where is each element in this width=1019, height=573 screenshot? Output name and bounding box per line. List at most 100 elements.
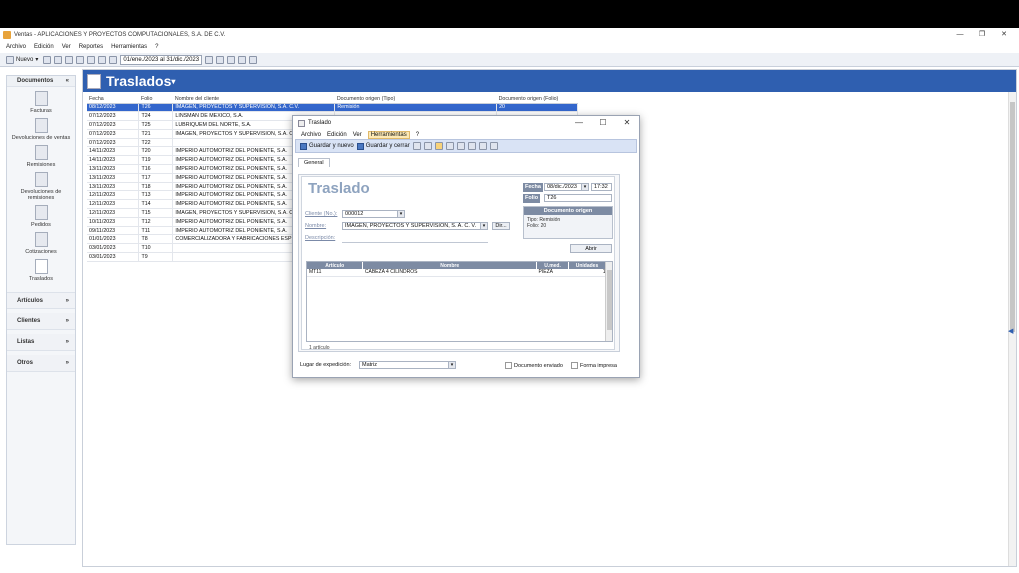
pen-icon[interactable]	[434, 142, 443, 150]
documents-section-header[interactable]: Documentos «	[7, 76, 75, 87]
address-button[interactable]: Dir...	[492, 222, 510, 230]
print-icon[interactable]	[412, 142, 421, 150]
menu-reportes[interactable]: Reportes	[79, 44, 103, 50]
table-cell: T17	[138, 173, 174, 183]
section-articulos[interactable]: Artículos »	[7, 292, 75, 309]
menu-archivo[interactable]: Archivo	[6, 44, 26, 50]
new-button[interactable]: Nuevo ▾	[4, 55, 40, 65]
column-header[interactable]: Fecha	[87, 95, 139, 104]
dialog-menu-archivo[interactable]: Archivo	[301, 132, 321, 138]
delete-icon[interactable]	[456, 142, 465, 150]
column-header[interactable]: Documento origen (Folio)	[496, 95, 578, 104]
lugar-dropdown-icon[interactable]: ▾	[448, 362, 455, 368]
calculator-icon[interactable]	[43, 55, 52, 64]
dialog-close-button[interactable]: ✕	[615, 116, 639, 130]
open-origin-button[interactable]: Abrir	[570, 244, 612, 253]
dialog-menu-edicion[interactable]: Edición	[327, 132, 347, 138]
descripcion-field[interactable]	[342, 242, 488, 243]
table-cell: T25	[138, 120, 174, 130]
edit-icon[interactable]	[54, 55, 63, 64]
title-dropdown-icon[interactable]: ▾	[171, 77, 175, 86]
menu-ver[interactable]: Ver	[62, 44, 71, 50]
nav-pedidos[interactable]: Pedidos	[7, 205, 75, 228]
nav-label: Cotizaciones	[25, 249, 57, 255]
table-cell: 13/11/2023	[87, 182, 140, 192]
date-range-field[interactable]: 01/ene./2023 al 31/dic./2023	[120, 54, 203, 65]
dialog-footer: Lugar de expedición: Matriz ▾ Documento e…	[300, 361, 630, 371]
dialog-menu-herramientas[interactable]: Herramientas	[367, 130, 410, 139]
item-column-header[interactable]: Nombre	[362, 262, 538, 269]
column-header[interactable]: Nombre del cliente	[172, 95, 335, 104]
nav-devoluciones-ventas[interactable]: Devoluciones de ventas	[7, 118, 75, 141]
help-icon[interactable]	[489, 142, 498, 150]
nav-label: Devoluciones de ventas	[11, 135, 71, 141]
items-scroll-thumb[interactable]	[607, 270, 612, 330]
menu-help[interactable]: ?	[155, 44, 158, 50]
cancel-icon[interactable]	[445, 142, 454, 150]
pin-arrow-icon[interactable]: ◀	[1008, 327, 1013, 335]
table-cell: T11	[138, 226, 174, 236]
item-column-header[interactable]: Artículo	[307, 262, 364, 269]
origin-document-box: Documento origen Tipo: Remisión Folio: 2…	[523, 206, 613, 239]
menu-bar: Archivo Edición Ver Reportes Herramienta…	[0, 42, 1019, 52]
add-row-icon[interactable]	[467, 142, 476, 150]
item-column-header[interactable]: Unidades	[568, 262, 606, 269]
dialog-maximize-button[interactable]: ☐	[591, 116, 615, 130]
lugar-select[interactable]: Matriz ▾	[359, 361, 456, 369]
filter-icon[interactable]	[216, 55, 225, 64]
dialog-menu-help[interactable]: ?	[416, 132, 419, 138]
minimize-button[interactable]: —	[948, 28, 972, 41]
folio-field[interactable]: T26	[544, 194, 612, 202]
dialog-menu-ver[interactable]: Ver	[353, 132, 362, 138]
nav-devoluciones-remisiones[interactable]: Devoluciones de remisiones	[7, 172, 75, 201]
nav-facturas[interactable]: Facturas	[7, 91, 75, 114]
item-cell: CABEZA 4 CILINDROS	[362, 269, 537, 277]
forma-impresa-checkbox[interactable]: Forma impresa	[571, 362, 617, 369]
search-icon[interactable]	[98, 55, 107, 64]
column-header[interactable]: Documento origen (Tipo)	[334, 95, 497, 104]
delete-icon[interactable]	[65, 55, 74, 64]
restore-button[interactable]: ❐	[970, 28, 994, 41]
nav-remisiones[interactable]: Remisiones	[7, 145, 75, 168]
menu-edicion[interactable]: Edición	[34, 44, 54, 50]
calendar-icon[interactable]	[109, 55, 118, 64]
cancel-icon[interactable]	[76, 55, 85, 64]
close-button[interactable]: ✕	[992, 28, 1016, 41]
tab-general[interactable]: General	[298, 158, 330, 167]
invoice-icon	[34, 91, 48, 106]
column-header[interactable]: Folio	[138, 95, 173, 104]
table-cell: Remisión	[334, 103, 498, 113]
nombre-dropdown-icon[interactable]: ▾	[480, 223, 487, 229]
hora-field[interactable]: 17:32	[591, 183, 612, 191]
save-close-button[interactable]: Guardar y cerrar	[356, 142, 410, 150]
save-new-button[interactable]: Guardar y nuevo	[300, 142, 354, 150]
section-clientes[interactable]: Clientes »	[7, 313, 75, 330]
items-scrollbar[interactable]	[605, 262, 612, 341]
cliente-field[interactable]: 000012 ▾	[342, 210, 405, 218]
lugar-label: Lugar de expedición:	[300, 362, 352, 368]
cliente-dropdown-icon[interactable]: ▾	[397, 211, 404, 217]
scroll-thumb[interactable]	[1010, 102, 1015, 332]
doc-enviado-checkbox[interactable]: Documento enviado	[505, 362, 563, 369]
nav-cotizaciones[interactable]: Cotizaciones	[7, 232, 75, 255]
table-row[interactable]: 08/12/2023 T26 IMAGEN, PROYECTOS Y SUPERVI…	[87, 103, 578, 113]
refresh-icon[interactable]	[205, 55, 214, 64]
info-icon[interactable]	[238, 55, 247, 64]
nav-traslados[interactable]: Traslados	[7, 259, 75, 282]
print-icon[interactable]	[87, 55, 96, 64]
options-icon[interactable]	[478, 142, 487, 150]
section-listas[interactable]: Listas »	[7, 334, 75, 351]
folio-label: Folio	[523, 194, 541, 203]
nombre-field[interactable]: IMAGEN, PROYECTOS Y SUPERVISION, S. A. C…	[342, 222, 488, 230]
table-cell: T9	[138, 252, 174, 262]
calendar-dropdown-icon[interactable]: ▾	[581, 184, 588, 190]
options-icon[interactable]	[249, 55, 258, 64]
send-icon[interactable]	[423, 142, 432, 150]
help-icon[interactable]	[227, 55, 236, 64]
item-row[interactable]: MT11CABEZA 4 CILINDROSPIEZA1	[307, 269, 606, 277]
menu-herramientas[interactable]: Herramientas	[111, 44, 147, 50]
fecha-field[interactable]: 08/dic./2023 ▾	[544, 183, 589, 191]
item-column-header[interactable]: U.med.	[536, 262, 569, 269]
section-otros[interactable]: Otros »	[7, 355, 75, 372]
dialog-minimize-button[interactable]: —	[567, 116, 591, 130]
